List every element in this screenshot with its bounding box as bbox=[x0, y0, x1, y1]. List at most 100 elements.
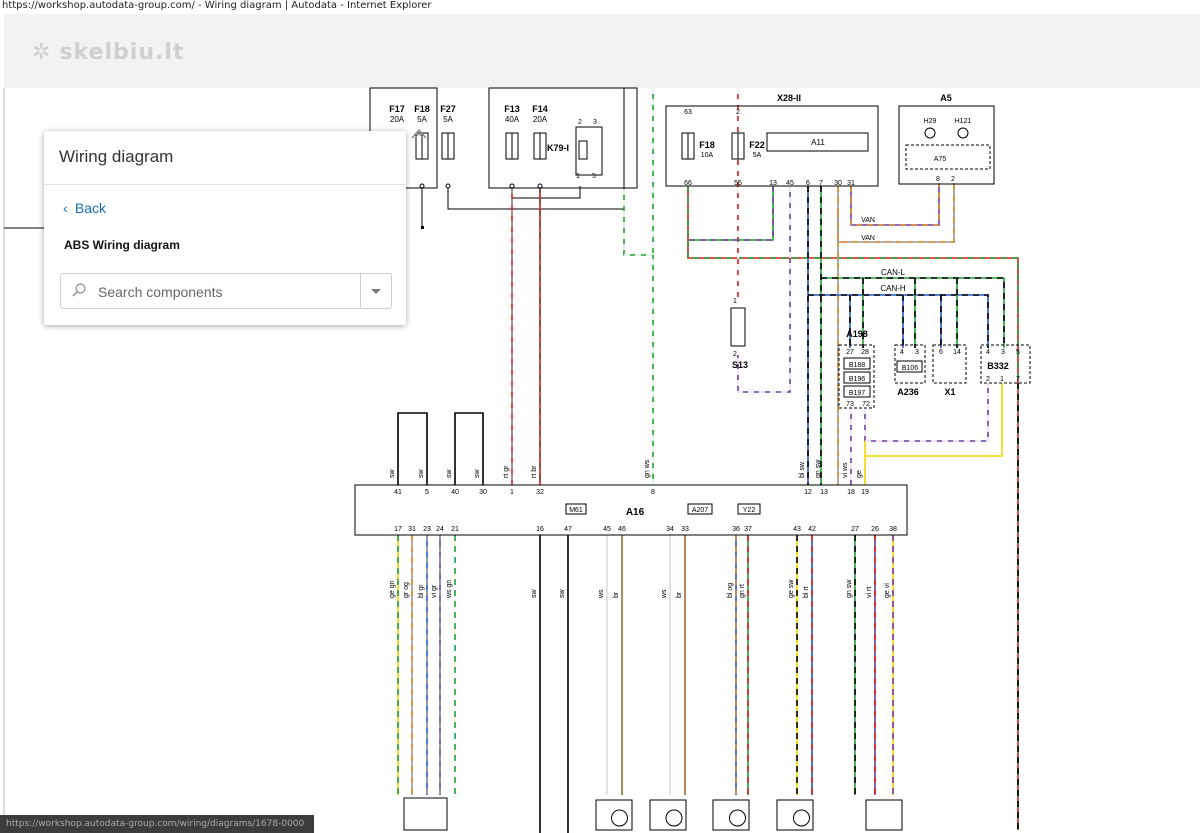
wire-code: ge bbox=[856, 470, 863, 478]
abs-top-pin: 40 bbox=[451, 489, 459, 496]
module-pin: 3 bbox=[1001, 349, 1005, 356]
connector-pin: 31 bbox=[847, 180, 855, 187]
wire-code: br bbox=[676, 591, 683, 598]
fuse-id: F17 bbox=[389, 104, 405, 114]
wire-code: sw bbox=[446, 469, 453, 479]
search-dropdown-button[interactable] bbox=[360, 274, 391, 308]
connector-pin: 63 bbox=[684, 109, 692, 116]
sensor-id: B196 bbox=[849, 376, 865, 383]
connector-pin: 6 bbox=[806, 180, 810, 187]
wiring-diagram-panel: Wiring diagram ‹ Back ABS Wiring diagram bbox=[44, 131, 406, 325]
abs-unit-id: A16 bbox=[626, 507, 645, 518]
abs-top-pin: 19 bbox=[861, 489, 869, 496]
wire-code: ge gn bbox=[389, 580, 396, 598]
wire-code: gn sw bbox=[846, 579, 853, 598]
module-pin: 5 bbox=[1016, 349, 1020, 356]
abs-bottom-pin: 42 bbox=[808, 526, 816, 533]
module-item: H29 bbox=[924, 118, 937, 125]
abs-top-pin: 5 bbox=[425, 489, 429, 496]
module-item: A75 bbox=[934, 156, 947, 163]
module-pin: 73 bbox=[846, 401, 854, 408]
module-item: H121 bbox=[955, 118, 972, 125]
abs-bottom-pin: 21 bbox=[451, 526, 459, 533]
wire-van-yellow bbox=[865, 383, 1003, 457]
connector-pin: 66 bbox=[684, 180, 692, 187]
fuse-id: F14 bbox=[532, 104, 548, 114]
switch-box bbox=[730, 307, 746, 347]
switch-connector bbox=[403, 797, 448, 831]
lamp-symbol bbox=[924, 127, 936, 139]
wire-code: sw bbox=[474, 469, 481, 479]
module-pin: 4 bbox=[986, 349, 990, 356]
switch-pin: 1 bbox=[733, 298, 737, 305]
switch-id: S13 bbox=[732, 360, 748, 370]
relay-pin: 3 bbox=[593, 119, 597, 126]
search-input[interactable] bbox=[96, 281, 355, 303]
wire-code: ws bbox=[598, 589, 605, 599]
fuse-id: F13 bbox=[504, 104, 520, 114]
fuse-rating: 20A bbox=[390, 115, 405, 124]
fuse-id: F18 bbox=[414, 104, 430, 114]
sub-box-id: A11 bbox=[811, 138, 825, 147]
back-link[interactable]: ‹ Back bbox=[63, 200, 106, 216]
wire-code: rt gr bbox=[503, 465, 510, 478]
module-id: A236 bbox=[897, 387, 919, 397]
abs-top-pin: 18 bbox=[847, 489, 855, 496]
sensor-id: B188 bbox=[849, 362, 865, 369]
sensor-id: B106 bbox=[902, 365, 918, 372]
module-pin: 6 bbox=[939, 349, 943, 356]
abs-bottom-pin: 36 bbox=[732, 526, 740, 533]
module-pin: 1 bbox=[1000, 376, 1004, 383]
bus-label: VAN bbox=[861, 235, 875, 242]
fuse-rating: 5A bbox=[753, 152, 762, 159]
wire-code: ge sw bbox=[788, 579, 795, 598]
wire-code: bl og bbox=[727, 583, 734, 598]
fuse-id: F18 bbox=[699, 140, 715, 150]
module-pin: 7 bbox=[1016, 376, 1020, 383]
wire-van-purple bbox=[864, 383, 989, 442]
relay-pin: 1 bbox=[576, 173, 580, 180]
abs-top-pin: 8 bbox=[651, 489, 655, 496]
tag-id: A207 bbox=[692, 507, 708, 514]
connector-pin: 45 bbox=[786, 180, 794, 187]
wire-code: gn rt bbox=[739, 584, 746, 598]
abs-bottom-pin: 37 bbox=[744, 526, 752, 533]
abs-bottom-pin: 34 bbox=[666, 526, 674, 533]
fuse-pin bbox=[419, 183, 425, 189]
wire-gr-og-2-stripe bbox=[837, 183, 955, 243]
module-pin: 14 bbox=[953, 349, 961, 356]
wire-code: bl gr bbox=[418, 584, 425, 598]
sensor-connector bbox=[649, 799, 687, 831]
chevron-left-icon: ‹ bbox=[63, 200, 68, 216]
wire-code: gr og bbox=[403, 582, 410, 598]
wire-gn-ws bbox=[623, 189, 654, 485]
connector-pin: 30 bbox=[834, 180, 842, 187]
abs-top-pin: 30 bbox=[479, 489, 487, 496]
wire-code: vi ws bbox=[842, 462, 849, 478]
collapse-icon[interactable] bbox=[410, 126, 428, 140]
connector-pin: 2 bbox=[736, 109, 740, 116]
fuse-id: F22 bbox=[749, 140, 765, 150]
module-id: X1 bbox=[944, 387, 955, 397]
wire-code: bl sw bbox=[799, 461, 806, 478]
bus-label: VAN bbox=[861, 217, 875, 224]
abs-top-pin: 32 bbox=[536, 489, 544, 496]
fuse-pin bbox=[445, 183, 451, 189]
diagram-name: ABS Wiring diagram bbox=[64, 238, 180, 252]
wire-code: br bbox=[613, 591, 620, 598]
module-pin: 2 bbox=[986, 376, 990, 383]
panel-header: Wiring diagram bbox=[44, 131, 406, 185]
wire-code: sw bbox=[389, 469, 396, 479]
module-pin: 28 bbox=[861, 349, 869, 356]
tag-id: Y22 bbox=[743, 507, 756, 514]
relay-id: K79-I bbox=[547, 143, 569, 153]
wire-code: ws gn bbox=[446, 580, 453, 599]
wire-code: vi gr bbox=[431, 584, 438, 598]
abs-bottom-pin: 46 bbox=[618, 526, 626, 533]
wire-gr-og-2 bbox=[837, 183, 955, 243]
connector-pin: 7 bbox=[819, 180, 823, 187]
wire-code: sw bbox=[531, 589, 538, 599]
connector-pin: 2 bbox=[951, 176, 955, 183]
wire-gn-vi bbox=[688, 186, 774, 241]
fuse-rating: 40A bbox=[505, 115, 520, 124]
